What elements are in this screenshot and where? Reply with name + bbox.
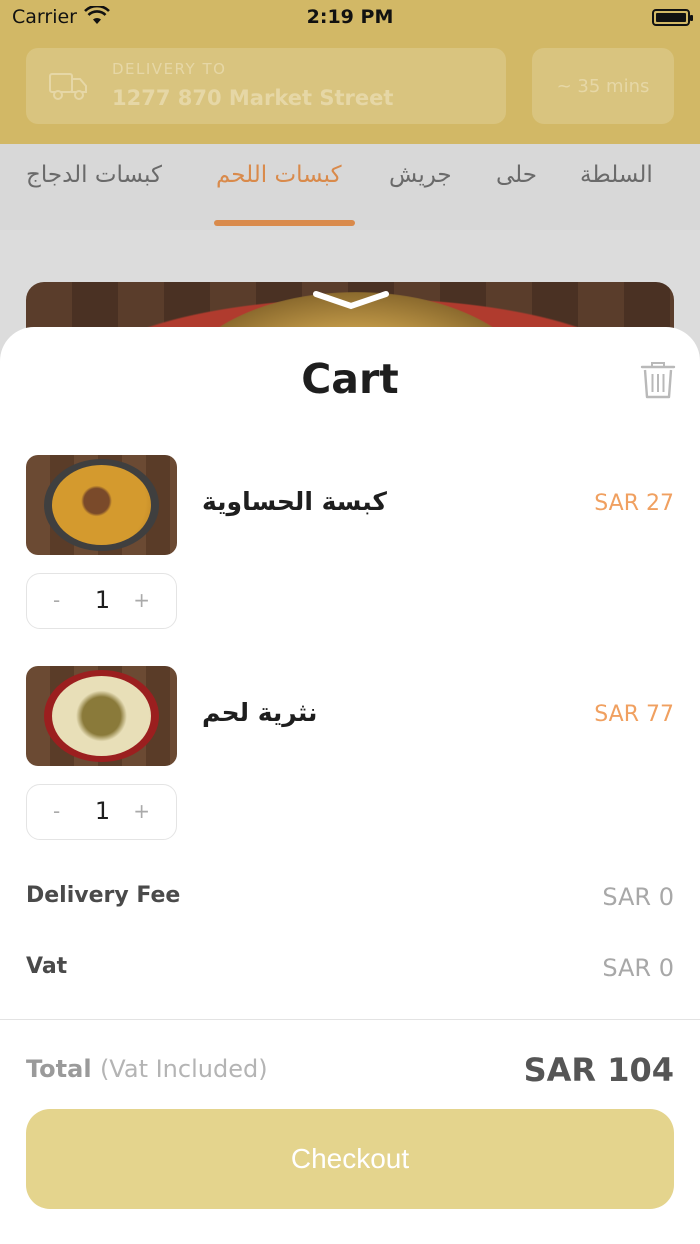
tab-chicken-kabsa[interactable]: كبسات الدجاج — [26, 162, 162, 188]
delivery-fee-row: Delivery Fee SAR 0 — [26, 883, 674, 913]
cart-item: نثرية لحم SAR 77 - 1 + — [0, 666, 700, 866]
tab-salad[interactable]: السلطة — [580, 162, 653, 188]
tab-jareesh[interactable]: جريش — [389, 162, 452, 188]
delivery-address-selector[interactable]: DELIVERY TO 1277 870 Market Street — [26, 48, 506, 124]
cart-sheet: Cart كبسة الحساوية SAR 27 - 1 + نثرية لح… — [0, 327, 700, 1244]
item-name: نثرية لحم — [202, 698, 318, 727]
app-header: Carrier 2:19 PM DELIVERY TO 1277 870 Mar… — [0, 0, 700, 144]
quantity-value: 1 — [94, 797, 111, 825]
fee-value: SAR 0 — [602, 954, 674, 982]
quantity-value: 1 — [94, 586, 111, 614]
total-value: SAR 104 — [523, 1051, 674, 1089]
checkout-button[interactable]: Checkout — [26, 1109, 674, 1209]
fee-value: SAR 0 — [602, 883, 674, 911]
battery-icon — [652, 9, 693, 26]
category-tabs: كبسات الدجاج كبسات اللحم جريش حلى السلطة — [0, 144, 700, 230]
item-name: كبسة الحساوية — [202, 487, 387, 516]
vat-row: Vat SAR 0 — [26, 954, 674, 984]
fee-label: Vat — [26, 954, 68, 979]
divider — [0, 1019, 700, 1020]
tab-meat-kabsa[interactable]: كبسات اللحم — [216, 162, 342, 188]
status-bar: Carrier 2:19 PM — [0, 0, 700, 36]
status-time: 2:19 PM — [306, 6, 394, 28]
total-label-text: Total — [26, 1055, 92, 1083]
truck-icon — [49, 73, 87, 100]
total-label: Total (Vat Included) — [26, 1055, 268, 1083]
eta-badge: ~ 35 mins — [532, 48, 674, 124]
delivery-address: 1277 870 Market Street — [112, 86, 394, 110]
tab-sweets[interactable]: حلى — [496, 162, 537, 188]
cart-item: كبسة الحساوية SAR 27 - 1 + — [0, 455, 700, 655]
quantity-stepper: - 1 + — [26, 573, 177, 629]
chevron-down-icon[interactable] — [312, 286, 390, 312]
item-thumbnail — [26, 666, 177, 766]
item-price: SAR 77 — [594, 702, 674, 727]
quantity-stepper: - 1 + — [26, 784, 177, 840]
active-tab-indicator — [214, 220, 355, 226]
item-thumbnail — [26, 455, 177, 555]
item-price: SAR 27 — [594, 491, 674, 516]
total-row: Total (Vat Included) SAR 104 — [26, 1051, 674, 1091]
trash-icon[interactable] — [640, 361, 676, 399]
increment-button[interactable]: + — [133, 799, 150, 823]
cart-title: Cart — [301, 355, 399, 403]
delivery-label: DELIVERY TO — [112, 60, 227, 78]
total-sublabel: (Vat Included) — [99, 1055, 268, 1083]
increment-button[interactable]: + — [133, 588, 150, 612]
fee-label: Delivery Fee — [26, 883, 181, 908]
